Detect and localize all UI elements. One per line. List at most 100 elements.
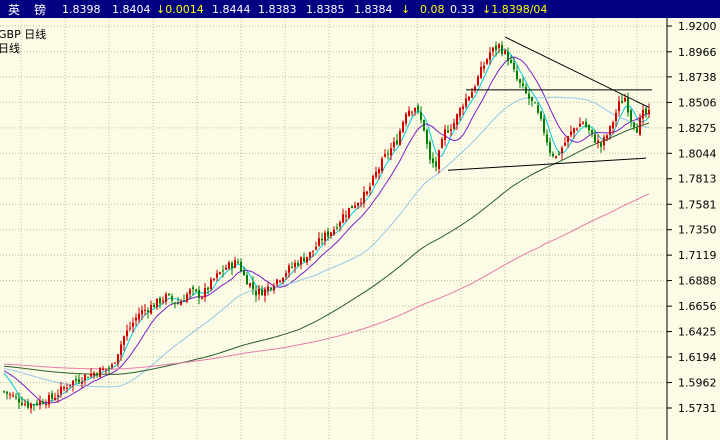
candle-body xyxy=(117,354,119,364)
candle-body xyxy=(234,260,236,268)
candle-body xyxy=(282,277,284,282)
candle-body xyxy=(132,322,134,327)
candle-body xyxy=(318,238,320,246)
candle-body xyxy=(312,250,314,252)
candle-body xyxy=(579,123,581,127)
candle-body xyxy=(378,169,380,174)
candle-body xyxy=(279,280,281,282)
candle-body xyxy=(201,297,203,299)
candle-body xyxy=(120,344,122,355)
candle-body xyxy=(567,136,569,143)
candle-body xyxy=(456,114,458,125)
candle-body xyxy=(21,402,23,405)
candle-body xyxy=(408,110,410,116)
quote-header: 英镑 1.8398 1.8404 ↓0.0014 1.8444 1.8383 1.8385 1… xyxy=(0,0,720,18)
price-axis: 1.9200 1.8966 1.8738 1.8506 1.8275 1.8044 1.78… xyxy=(666,18,720,440)
candle-body xyxy=(393,141,395,148)
candle-body xyxy=(420,112,422,120)
candle-body xyxy=(504,50,506,54)
candle-body xyxy=(606,135,608,139)
candle-body xyxy=(363,191,365,204)
candle-body xyxy=(204,287,206,298)
candle-body xyxy=(534,102,536,104)
candle-body xyxy=(468,96,470,101)
candle-body xyxy=(348,207,350,218)
axis-tick-label: 1.5731 xyxy=(678,402,717,415)
quote-value: ↓ xyxy=(401,3,410,16)
candle-body xyxy=(435,161,437,167)
candle-body xyxy=(183,300,185,302)
candle-body xyxy=(411,111,413,113)
candle-body xyxy=(300,257,302,265)
candle-body xyxy=(324,232,326,241)
candle xyxy=(381,156,383,174)
candle-body xyxy=(252,282,254,289)
candle-body xyxy=(126,330,128,337)
axis-tick-label: 1.8506 xyxy=(678,96,717,109)
candle-body xyxy=(321,238,323,241)
candle-body xyxy=(174,302,176,304)
candle-body xyxy=(87,376,89,378)
candle-body xyxy=(288,265,290,273)
candle-body xyxy=(384,154,386,157)
candle-body xyxy=(237,261,239,263)
candle-body xyxy=(222,270,224,272)
candle-body xyxy=(138,313,140,320)
candle-body xyxy=(630,110,632,122)
panel-label-period: 日线 xyxy=(0,41,20,55)
candle-body xyxy=(537,105,539,113)
candle-body xyxy=(231,263,233,269)
candle-body xyxy=(216,273,218,278)
candle-body xyxy=(615,112,617,121)
candle xyxy=(348,207,350,219)
candle-body xyxy=(153,304,155,308)
candle-body xyxy=(444,129,446,140)
candle-body xyxy=(168,293,170,296)
candle-body xyxy=(345,215,347,217)
candle-body xyxy=(609,126,611,135)
candle-body xyxy=(471,91,473,98)
candle-body xyxy=(351,205,353,209)
symbol-char-1: 英 xyxy=(8,3,20,17)
candle xyxy=(477,74,479,87)
candle xyxy=(99,367,101,378)
candle-body xyxy=(522,83,524,86)
candle-body xyxy=(453,123,455,130)
candle-body xyxy=(51,393,53,399)
candle-body xyxy=(459,108,461,117)
candle-body xyxy=(294,262,296,268)
candle-body xyxy=(495,45,497,51)
candle-body xyxy=(210,279,212,290)
candle-body xyxy=(342,214,344,223)
candle-body xyxy=(261,289,263,296)
quote-value: 1.8384 xyxy=(354,3,393,16)
candle-body xyxy=(33,404,35,406)
candle-body xyxy=(177,303,179,305)
candle xyxy=(351,205,353,209)
candle-body xyxy=(45,403,47,405)
candle-body xyxy=(84,374,86,381)
candle-body xyxy=(357,202,359,206)
candle-body xyxy=(492,47,494,52)
candle-body xyxy=(540,111,542,119)
candle-body xyxy=(141,310,143,315)
quote-value: 1.8444 xyxy=(212,3,251,16)
candle-body xyxy=(258,288,260,295)
candle-body xyxy=(600,142,602,147)
quote-value: ↓1.8398/04 xyxy=(482,3,547,16)
candle-body xyxy=(159,297,161,304)
symbol-char-2: 镑 xyxy=(34,2,46,17)
candle-body xyxy=(135,317,137,321)
candle-body xyxy=(36,402,38,405)
candle-body xyxy=(24,403,26,405)
candle-body xyxy=(6,391,8,394)
candle-body xyxy=(156,298,158,308)
candle-body xyxy=(240,261,242,272)
candle-body xyxy=(105,368,107,370)
axis-tick-label: 1.7119 xyxy=(678,249,717,262)
candle-body xyxy=(99,368,101,378)
candle-body xyxy=(549,142,551,153)
candle-body xyxy=(483,65,485,69)
candle-body xyxy=(150,304,152,314)
candle-body xyxy=(501,44,503,55)
